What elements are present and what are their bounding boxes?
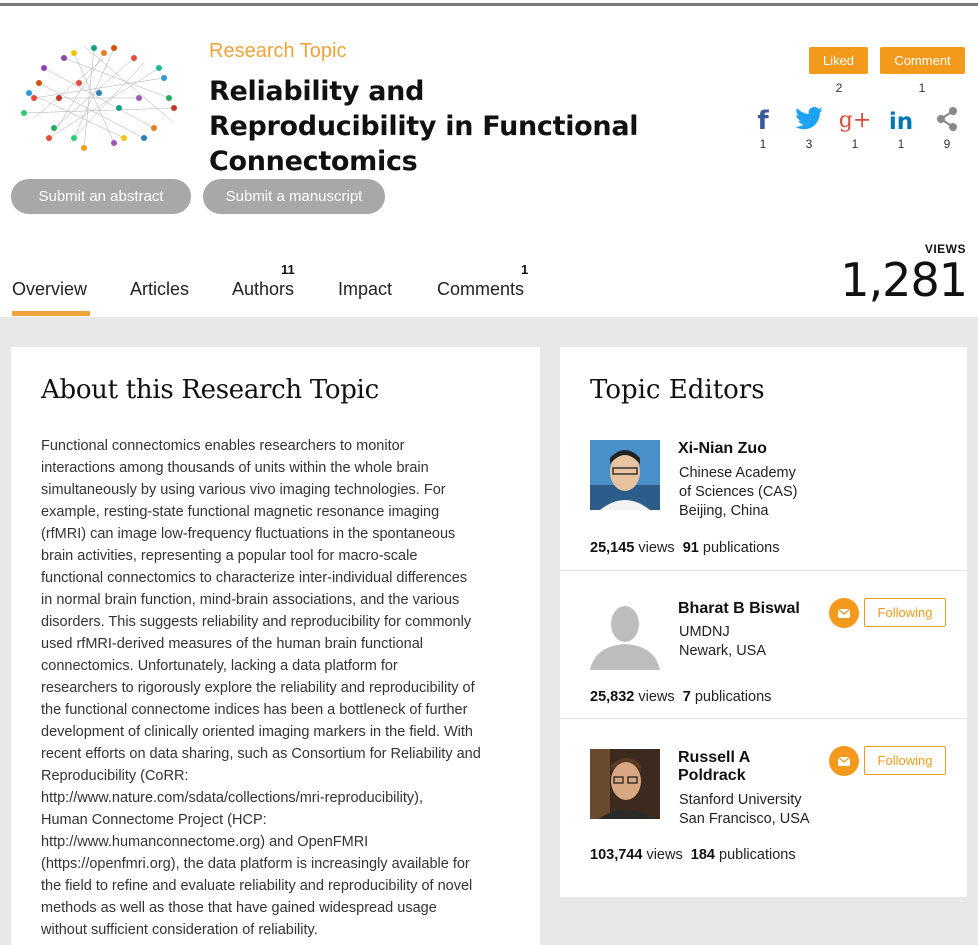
editor-name[interactable]: Bharat B Biswal xyxy=(678,600,800,618)
editor-views: 103,744 xyxy=(590,847,643,863)
editor-publications-label: publications xyxy=(719,847,796,863)
google-plus-count: 1 xyxy=(851,137,859,151)
topic-network-thumbnail[interactable] xyxy=(14,38,184,158)
tab-overview[interactable]: Overview xyxy=(12,279,87,300)
submit-abstract-button[interactable]: Submit an abstract xyxy=(11,179,191,214)
editor-publications: 7 xyxy=(682,689,691,705)
editor-publications: 91 xyxy=(682,540,699,556)
editor-affiliation: UMDNJ Newark, USA xyxy=(679,624,767,659)
editor-views-label: views xyxy=(638,689,675,705)
linkedin-share-button[interactable]: in 1 xyxy=(884,104,918,151)
top-border xyxy=(0,3,978,6)
editor-views-label: views xyxy=(638,540,675,556)
google-plus-share-button[interactable]: g+ 1 xyxy=(838,104,872,151)
svg-text:in: in xyxy=(889,109,913,134)
google-plus-icon: g+ xyxy=(839,108,872,133)
following-button[interactable]: Following xyxy=(864,598,946,627)
share-button[interactable]: 9 xyxy=(930,104,964,151)
editor-views: 25,145 xyxy=(590,540,635,556)
topic-editors-title: Topic Editors xyxy=(590,375,765,405)
editor-publications-label: publications xyxy=(694,689,772,705)
editor-name[interactable]: Xi-Nian Zuo xyxy=(678,440,767,458)
twitter-icon xyxy=(795,107,823,130)
comment-button[interactable]: Comment xyxy=(880,47,965,74)
active-tab-indicator xyxy=(12,311,90,316)
svg-text:f: f xyxy=(757,106,769,134)
editor-views-label: views xyxy=(646,847,683,863)
linkedin-count: 1 xyxy=(897,137,905,151)
topic-editors-card: Topic Editors Xi-Nian Zuo Chinese Academ… xyxy=(560,347,967,897)
comment-count: 1 xyxy=(918,81,926,95)
divider xyxy=(560,570,967,571)
about-title: About this Research Topic xyxy=(41,375,379,405)
editor-affiliation: Stanford University San Francisco, USA xyxy=(679,792,810,827)
facebook-icon: f xyxy=(757,106,769,136)
share-count: 9 xyxy=(943,137,951,151)
facebook-count: 1 xyxy=(759,137,767,151)
editor-stats: 25,145 views 91 publications xyxy=(590,540,779,556)
share-icon xyxy=(937,107,957,131)
divider xyxy=(560,718,967,719)
page-title: Reliability and Reproducibility in Funct… xyxy=(209,76,639,177)
research-topic-label: Research Topic xyxy=(209,40,347,62)
tab-comments[interactable]: Comments xyxy=(437,279,524,300)
mail-icon xyxy=(837,756,851,766)
liked-button[interactable]: Liked xyxy=(809,47,868,74)
about-description: Functional connectomics enables research… xyxy=(41,438,481,938)
twitter-count: 3 xyxy=(805,137,813,151)
editor-stats: 103,744 views 184 publications xyxy=(590,847,796,863)
editor-name[interactable]: Russell A Poldrack xyxy=(678,749,750,785)
about-card: About this Research Topic Functional con… xyxy=(11,347,540,945)
twitter-share-button[interactable]: 3 xyxy=(792,104,826,151)
tab-authors[interactable]: Authors xyxy=(232,279,294,300)
editor-publications-label: publications xyxy=(702,540,780,556)
authors-count-badge: 11 xyxy=(281,262,295,277)
liked-count: 2 xyxy=(835,81,843,95)
mail-icon xyxy=(837,608,851,618)
submit-manuscript-button[interactable]: Submit a manuscript xyxy=(203,179,385,214)
facebook-share-button[interactable]: f 1 xyxy=(746,104,780,151)
editor-photo[interactable] xyxy=(590,749,660,819)
editor-stats: 25,832 views 7 publications xyxy=(590,689,771,705)
svg-text:g+: g+ xyxy=(839,108,872,133)
following-button[interactable]: Following xyxy=(864,746,946,775)
linkedin-icon: in xyxy=(889,109,913,135)
email-button[interactable] xyxy=(829,598,859,628)
editor-affiliation: Chinese Academy of Sciences (CAS) Beijin… xyxy=(679,465,798,519)
editor-avatar-placeholder[interactable] xyxy=(590,600,660,670)
editor-views: 25,832 xyxy=(590,689,635,705)
tab-impact[interactable]: Impact xyxy=(338,279,392,300)
editor-publications: 184 xyxy=(690,847,715,863)
tab-articles[interactable]: Articles xyxy=(130,279,189,300)
editor-photo[interactable] xyxy=(590,440,660,510)
views-count: 1,281 xyxy=(840,253,968,307)
comments-count-badge: 1 xyxy=(521,262,529,277)
email-button[interactable] xyxy=(829,746,859,776)
